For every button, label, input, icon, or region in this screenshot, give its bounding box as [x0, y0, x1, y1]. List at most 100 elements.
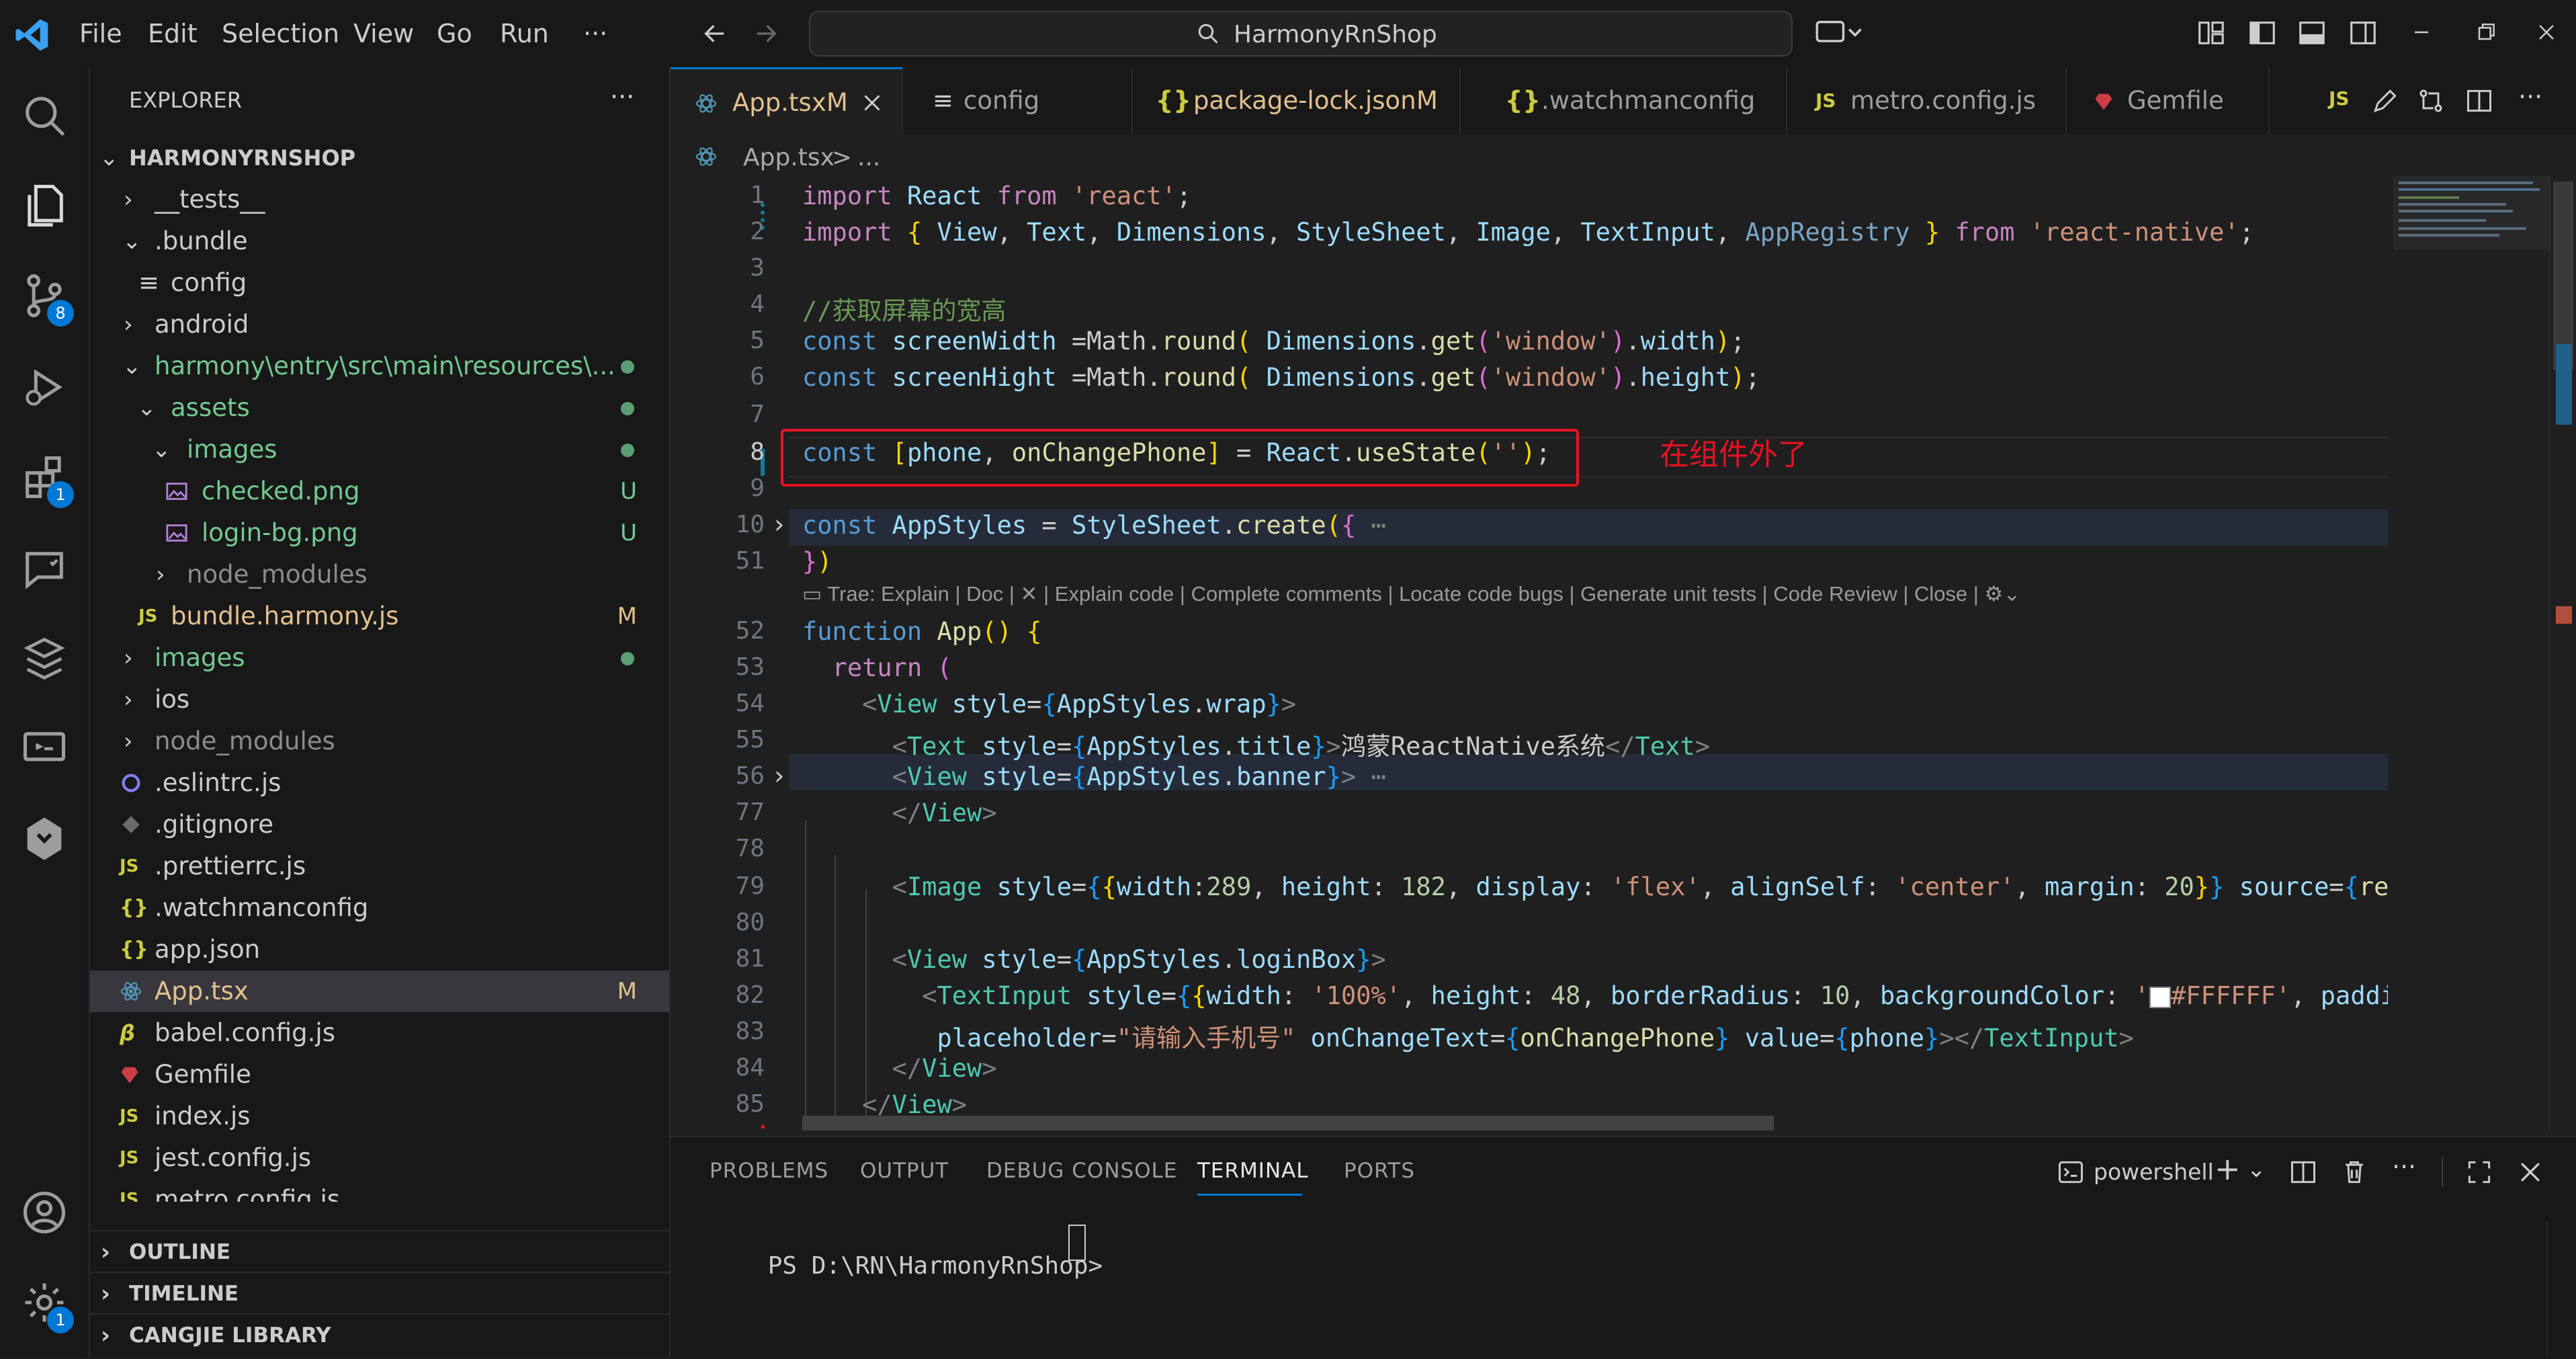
trae-ai-icon[interactable]: [19, 633, 70, 684]
menu-edit[interactable]: Edit: [148, 19, 198, 48]
tree-item-checked-png[interactable]: checked.png U: [90, 470, 669, 512]
tree-item-tests[interactable]: › __tests__: [90, 179, 669, 220]
panel-more-button[interactable]: ···: [2392, 1152, 2416, 1182]
command-center-search[interactable]: HarmonyRnShop: [809, 11, 1793, 56]
split-terminal-icon[interactable]: [2288, 1157, 2318, 1187]
tree-item-node-modules-nested[interactable]: › node_modules: [90, 554, 669, 595]
tree-item-harmony[interactable]: ⌄ harmony\entry\src\main\resources\...: [90, 345, 669, 387]
panel-tab-problems[interactable]: PROBLEMS: [710, 1159, 828, 1183]
panel-tab-debug-console[interactable]: DEBUG CONSOLE: [986, 1159, 1177, 1183]
terminal-output[interactable]: PS D:\RN\HarmonyRnShop>: [710, 1225, 1103, 1335]
tab-package-lock[interactable]: {} package-lock.json M: [1133, 67, 1461, 134]
customize-layout-icon[interactable]: [2196, 17, 2227, 48]
tree-item-bundle-harmony-js[interactable]: JS bundle.harmony.js M: [90, 595, 669, 637]
tree-item-metro-config[interactable]: JS metro.config.js: [90, 1179, 669, 1202]
tree-item-babel-config[interactable]: β babel.config.js: [90, 1012, 669, 1054]
menu-file[interactable]: File: [79, 19, 122, 48]
explorer-files-icon[interactable]: [19, 180, 70, 231]
section-timeline[interactable]: › TIMELINE: [90, 1272, 669, 1313]
close-icon[interactable]: [860, 91, 884, 115]
remote-explorer-icon[interactable]: [19, 723, 70, 774]
tree-item-assets[interactable]: ⌄ assets: [90, 387, 669, 429]
horizontal-scrollbar[interactable]: [802, 1116, 1774, 1130]
tab-config[interactable]: ≡ config: [903, 67, 1133, 134]
tab-app-tsx[interactable]: App.tsx M: [671, 67, 903, 136]
minimap[interactable]: [2388, 176, 2549, 1130]
panel-tab-ports[interactable]: PORTS: [1344, 1159, 1415, 1183]
edit-pencil-icon[interactable]: [2370, 86, 2400, 116]
tree-item-app-json[interactable]: {} app.json: [90, 929, 669, 971]
terminal-shell-name[interactable]: powershell: [2094, 1159, 2214, 1185]
tree-item-android[interactable]: › android: [90, 304, 669, 345]
fold-chevron-icon[interactable]: ›: [771, 761, 787, 790]
forward-arrow-icon[interactable]: [753, 20, 779, 47]
chevron-down-icon[interactable]: ⌄: [2247, 1156, 2266, 1183]
tree-item-config[interactable]: ≡ config: [90, 262, 669, 304]
breadcrumb-symbol[interactable]: ...: [857, 144, 880, 171]
tree-item-app-tsx-selected[interactable]: App.tsx M: [90, 971, 669, 1012]
tree-item-bundle[interactable]: ⌄ .bundle: [90, 220, 669, 262]
breadcrumb-file[interactable]: App.tsx: [743, 144, 834, 171]
trae-codelens[interactable]: ▭ Trae: Explain | Doc | ✕ | Explain code…: [802, 582, 2020, 606]
tree-item-ios[interactable]: › ios: [90, 679, 669, 720]
tree-item-node-modules[interactable]: › node_modules: [90, 720, 669, 762]
toggle-secondary-sidebar-icon[interactable]: [2348, 17, 2378, 48]
tree-item-gemfile[interactable]: Gemfile: [90, 1054, 669, 1096]
source-control-icon[interactable]: 8: [19, 270, 74, 327]
section-outline[interactable]: › OUTLINE: [90, 1230, 669, 1272]
close-panel-icon[interactable]: [2516, 1157, 2545, 1187]
split-editor-icon[interactable]: [2464, 86, 2494, 116]
run-debug-icon[interactable]: [19, 362, 70, 413]
js-action-icon[interactable]: JS: [2329, 87, 2350, 110]
restore-icon[interactable]: [2473, 19, 2499, 46]
terminal-scrollbar[interactable]: [2546, 1222, 2575, 1356]
section-cangjie-library[interactable]: › CANGJIE LIBRARY: [90, 1313, 669, 1355]
tab-watchmanconfig[interactable]: {} .watchmanconfig: [1461, 67, 1787, 134]
search-icon[interactable]: [19, 90, 70, 141]
back-arrow-icon[interactable]: [701, 20, 728, 47]
color-swatch[interactable]: [2149, 986, 2171, 1008]
workspace-root[interactable]: ⌄ HARMONYRNSHOP: [90, 137, 669, 179]
menu-go[interactable]: Go: [437, 19, 472, 48]
close-window-icon[interactable]: [2533, 19, 2560, 46]
maximize-panel-icon[interactable]: [2464, 1157, 2494, 1187]
vertical-scrollbar[interactable]: [2549, 176, 2576, 1130]
tab-gemfile[interactable]: Gemfile: [2067, 67, 2270, 134]
fold-chevron-icon[interactable]: ›: [771, 509, 787, 539]
tree-item-index-js[interactable]: JS index.js: [90, 1096, 669, 1137]
tree-item-images-nested[interactable]: ⌄ images: [90, 429, 669, 470]
explorer-more-button[interactable]: ···: [610, 82, 634, 112]
toggle-panel-icon[interactable]: [2296, 17, 2327, 48]
codelens-settings-icon[interactable]: ⚙⌄: [1985, 582, 2021, 606]
tree-item-prettierrc[interactable]: JS .prettierrc.js: [90, 846, 669, 887]
copilot-chat-icon[interactable]: [1814, 17, 1864, 47]
accounts-icon[interactable]: [19, 1187, 70, 1238]
toggle-primary-sidebar-icon[interactable]: [2247, 17, 2278, 48]
code-editor[interactable]: 1 2 3 4 5 6 7 8 9 10 51 52 53 54 55 56 7…: [671, 176, 2388, 1130]
tree-item-watchmanconfig[interactable]: {} .watchmanconfig: [90, 887, 669, 929]
compare-changes-icon[interactable]: [2416, 86, 2446, 116]
new-terminal-plus-icon[interactable]: +: [2215, 1151, 2241, 1187]
menu-selection[interactable]: Selection: [222, 19, 339, 48]
tab-metro-config[interactable]: JS metro.config.js: [1787, 67, 2067, 134]
settings-gear-icon[interactable]: 1: [19, 1277, 74, 1333]
scrollbar-thumb[interactable]: [2553, 181, 2573, 370]
annotation-note: 在组件外了: [1660, 438, 1807, 472]
editor-more-button[interactable]: ···: [2518, 82, 2542, 112]
trash-icon[interactable]: [2339, 1157, 2369, 1187]
minimize-icon[interactable]: [2408, 19, 2435, 46]
tree-item-gitignore[interactable]: .gitignore: [90, 804, 669, 846]
extensions-icon[interactable]: 1: [19, 452, 74, 508]
tree-item-jest-config[interactable]: JS jest.config.js: [90, 1137, 669, 1179]
chat-icon[interactable]: [19, 543, 70, 594]
panel-tab-terminal[interactable]: TERMINAL: [1197, 1159, 1309, 1183]
explorer-sidebar: EXPLORER ··· ⌄ HARMONYRNSHOP › __tests__…: [90, 67, 671, 1358]
tree-item-eslintrc[interactable]: .eslintrc.js: [90, 762, 669, 804]
tree-item-images[interactable]: › images: [90, 637, 669, 679]
menu-more[interactable]: ···: [583, 19, 607, 48]
menu-run[interactable]: Run: [500, 19, 549, 48]
deveco-icon[interactable]: [19, 813, 70, 864]
panel-tab-output[interactable]: OUTPUT: [860, 1159, 949, 1183]
tree-item-login-bg-png[interactable]: login-bg.png U: [90, 512, 669, 554]
menu-view[interactable]: View: [353, 19, 414, 48]
